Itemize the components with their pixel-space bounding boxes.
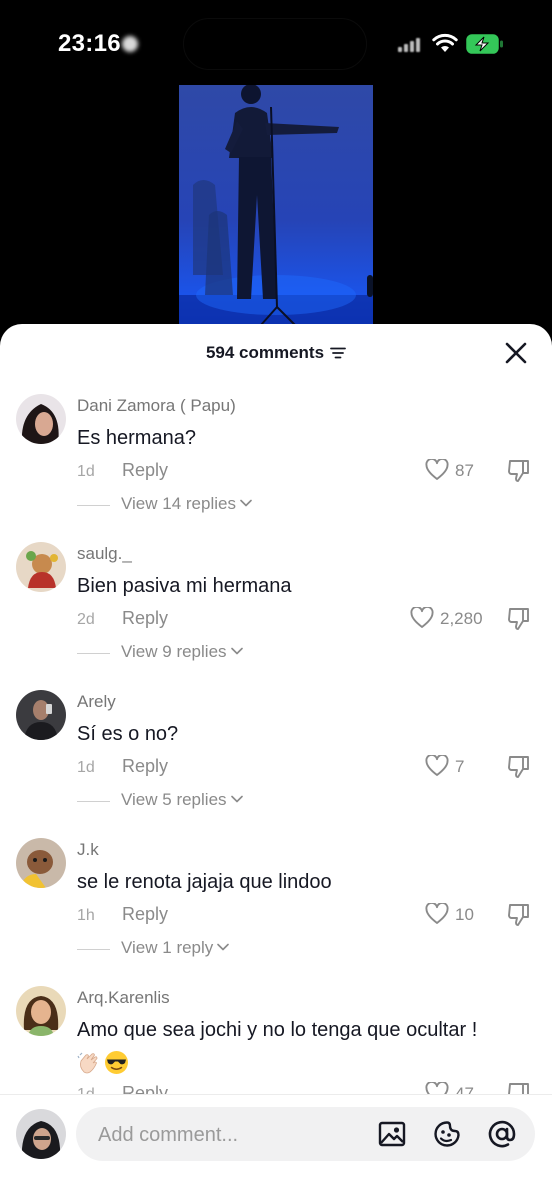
status-bar: 23:16 [0, 0, 552, 84]
comment-age: 1h [77, 907, 95, 924]
view-replies-button[interactable]: View 14 replies [121, 494, 252, 514]
avatar[interactable] [16, 542, 66, 592]
like-count: 7 [455, 757, 465, 776]
comment-text: Es hermana? [77, 427, 196, 449]
video-thumbnail[interactable] [179, 85, 373, 331]
signal-icon [398, 38, 420, 52]
comment-item: saulg._ Bien pasiva mi hermana 2d Reply … [0, 542, 552, 690]
filter-icon[interactable] [330, 347, 346, 359]
replies-divider [77, 653, 110, 654]
reply-button[interactable]: Reply [122, 460, 168, 481]
comments-header: 594 comments [0, 324, 552, 380]
status-time: 23:16 [58, 30, 121, 57]
avatar[interactable] [16, 838, 66, 888]
view-replies-button[interactable]: View 1 reply [121, 938, 230, 958]
comments-count-header[interactable]: 594 comments [0, 343, 552, 363]
comment-emojis [77, 1050, 131, 1078]
avatar[interactable] [16, 986, 66, 1036]
heart-icon [410, 607, 434, 628]
comment-input-placeholder: Add comment... [98, 1124, 239, 1146]
dislike-icon[interactable] [506, 458, 532, 484]
reply-button[interactable]: Reply [122, 608, 168, 629]
current-user-avatar[interactable] [16, 1109, 66, 1159]
view-replies-button[interactable]: View 5 replies [121, 790, 243, 810]
view-replies-button[interactable]: View 9 replies [121, 642, 243, 662]
view-replies-label: View 14 replies [121, 494, 236, 513]
replies-divider [77, 949, 110, 950]
like-count: 87 [455, 461, 474, 480]
image-icon[interactable] [377, 1119, 407, 1149]
comment-text: Sí es o no? [77, 723, 179, 745]
like-count: 2,280 [440, 609, 483, 628]
chevron-down-icon [240, 499, 252, 506]
comment-username[interactable]: saulg._ [77, 544, 132, 564]
like-count: 10 [455, 905, 474, 924]
comment-age: 1d [77, 463, 95, 480]
chevron-down-icon [230, 795, 243, 802]
dislike-icon[interactable] [506, 754, 532, 780]
comment-input-bar: Add comment... [0, 1094, 552, 1200]
replies-divider [77, 801, 110, 802]
comment-item: Dani Zamora ( Papu) Es hermana? 1d Reply… [0, 394, 552, 542]
avatar[interactable] [16, 690, 66, 740]
clapping-hands-emoji [77, 1052, 98, 1074]
chevron-down-icon [230, 647, 243, 654]
performer-illustration [179, 85, 373, 331]
mention-icon[interactable] [487, 1119, 517, 1149]
view-replies-label: View 1 reply [121, 938, 214, 957]
heart-icon [425, 755, 449, 776]
comment-username[interactable]: Arq.Karenlis [77, 988, 170, 1008]
reply-button[interactable]: Reply [122, 756, 168, 777]
comment-username[interactable]: J.k [77, 840, 99, 860]
dynamic-island [183, 18, 367, 70]
close-icon[interactable] [503, 340, 529, 366]
notification-dot-icon [122, 36, 138, 52]
comment-item: Arely Sí es o no? 1d Reply 7 View 5 repl… [0, 690, 552, 838]
chevron-down-icon [217, 943, 230, 950]
dislike-icon[interactable] [506, 606, 532, 632]
comment-item: Arq.Karenlis Amo que sea jochi y no lo t… [0, 986, 552, 1106]
comment-text: Bien pasiva mi hermana [77, 575, 292, 597]
view-replies-label: View 9 replies [121, 642, 227, 661]
smiling-face-with-sunglasses-emoji [105, 1051, 128, 1074]
heart-icon [425, 459, 449, 480]
view-replies-label: View 5 replies [121, 790, 227, 809]
reply-button[interactable]: Reply [122, 904, 168, 925]
wifi-icon [432, 33, 458, 52]
dislike-icon[interactable] [506, 902, 532, 928]
heart-icon [425, 903, 449, 924]
battery-charging-icon [466, 34, 503, 54]
comment-text: Amo que sea jochi y no lo tenga que ocul… [77, 1019, 478, 1041]
comment-age: 1d [77, 759, 95, 776]
comment-text: se le renota jajaja que lindoo [77, 871, 332, 893]
replies-divider [77, 505, 110, 506]
comment-username[interactable]: Arely [77, 692, 116, 712]
comment-age: 2d [77, 611, 95, 628]
sticker-icon[interactable] [432, 1119, 462, 1149]
avatar[interactable] [16, 394, 66, 444]
comments-sheet: 594 comments Dani Zamora ( Papu) Es herm… [0, 324, 552, 1200]
comments-count-label: 594 comments [205, 343, 325, 362]
comment-username[interactable]: Dani Zamora ( Papu) [77, 396, 236, 416]
comment-item: J.k se le renota jajaja que lindoo 1h Re… [0, 838, 552, 986]
